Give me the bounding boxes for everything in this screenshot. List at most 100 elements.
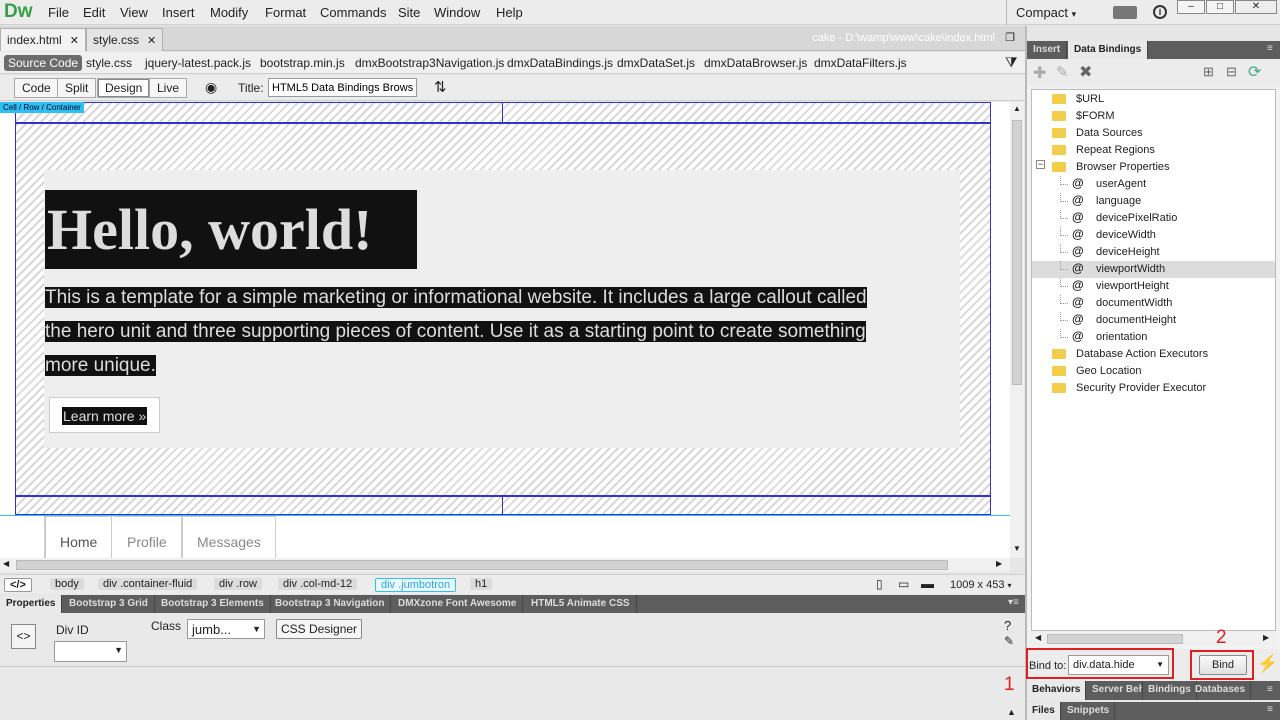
tab-properties[interactable]: Properties bbox=[0, 595, 63, 613]
tag-row[interactable]: div .row bbox=[214, 578, 262, 590]
collapse-all-icon[interactable]: ⊟ bbox=[1226, 64, 1237, 80]
tab-bindings[interactable]: Bindings bbox=[1143, 681, 1197, 700]
tree-folder[interactable]: $URL bbox=[1032, 91, 1275, 108]
workspace-switcher[interactable]: Compact ▾ bbox=[1016, 5, 1076, 20]
tree-folder[interactable]: Security Provider Executor bbox=[1032, 380, 1275, 397]
tab-bootstrap-navigation[interactable]: Bootstrap 3 Navigation bbox=[269, 595, 392, 613]
scroll-left-icon[interactable]: ◀ bbox=[3, 559, 9, 568]
horizontal-scrollbar[interactable]: ◀ ▶ bbox=[0, 558, 1010, 572]
panel-menu-icon[interactable]: ≡ bbox=[1267, 43, 1273, 54]
menu-site[interactable]: Site bbox=[398, 5, 420, 20]
window-size-display[interactable]: 1009 x 453 ▾ bbox=[950, 579, 1012, 591]
scroll-right-icon[interactable]: ▶ bbox=[996, 559, 1002, 568]
title-input[interactable] bbox=[268, 78, 417, 97]
related-file[interactable]: dmxDataBrowser.js bbox=[700, 55, 811, 71]
scroll-thumb[interactable] bbox=[1012, 120, 1022, 385]
scroll-left-icon[interactable]: ◀ bbox=[1035, 633, 1041, 642]
maximize-icon[interactable]: □ bbox=[1206, 0, 1234, 14]
add-icon[interactable]: ✚ bbox=[1033, 63, 1046, 83]
scroll-right-icon[interactable]: ▶ bbox=[1263, 633, 1269, 642]
minimize-icon[interactable]: – bbox=[1177, 0, 1205, 14]
bindings-tree[interactable]: $URL $FORM Data Sources Repeat Regions − Brow… bbox=[1031, 89, 1276, 631]
expand-icon[interactable]: ▲ bbox=[1007, 707, 1016, 717]
menu-help[interactable]: Help bbox=[496, 5, 523, 20]
close-tab-icon[interactable]: ✕ bbox=[147, 35, 156, 47]
class-select[interactable]: jumb... ▼ bbox=[187, 619, 265, 639]
tab-behaviors[interactable]: Behaviors bbox=[1027, 681, 1087, 700]
tablet-size-icon[interactable]: ▭ bbox=[898, 577, 909, 591]
tree-property[interactable]: @ orientation bbox=[1032, 329, 1275, 346]
related-file[interactable]: bootstrap.min.js bbox=[256, 55, 349, 71]
tree-property[interactable]: @ devicePixelRatio bbox=[1032, 210, 1275, 227]
tree-property[interactable]: @ deviceWidth bbox=[1032, 227, 1275, 244]
filter-icon[interactable]: ⧩ bbox=[1005, 54, 1018, 71]
tree-property[interactable]: @ viewportWidth bbox=[1032, 261, 1275, 278]
help-icon[interactable]: ? bbox=[1004, 618, 1011, 633]
tag-col-md-12[interactable]: div .col-md-12 bbox=[278, 578, 358, 590]
code-view-button[interactable]: Code bbox=[14, 78, 59, 98]
code-navigator-icon[interactable]: </> bbox=[4, 578, 32, 592]
related-file[interactable]: dmxDataFilters.js bbox=[810, 55, 911, 71]
related-file[interactable]: jquery-latest.pack.js bbox=[141, 55, 255, 71]
close-tab-icon[interactable]: ✕ bbox=[70, 35, 79, 47]
vertical-scrollbar[interactable]: ▲ ▼ bbox=[1010, 102, 1024, 558]
menu-edit[interactable]: Edit bbox=[83, 5, 105, 20]
menu-format[interactable]: Format bbox=[265, 5, 306, 20]
tab-bootstrap-grid[interactable]: Bootstrap 3 Grid bbox=[63, 595, 155, 613]
edit-rule-icon[interactable]: ✎ bbox=[1004, 634, 1014, 648]
tab-data-bindings[interactable]: Data Bindings bbox=[1068, 41, 1149, 59]
tag-container-fluid[interactable]: div .container-fluid bbox=[98, 578, 198, 590]
info-icon[interactable]: i bbox=[1153, 5, 1167, 19]
restore-icon[interactable]: ❐ bbox=[1005, 31, 1015, 44]
menu-view[interactable]: View bbox=[120, 5, 148, 20]
related-file[interactable]: style.css bbox=[82, 55, 136, 71]
menu-file[interactable]: File bbox=[48, 5, 69, 20]
tree-folder[interactable]: Data Sources bbox=[1032, 125, 1275, 142]
tag-jumbotron[interactable]: div .jumbotron bbox=[375, 578, 457, 592]
magic-wand-icon[interactable]: ⚡ bbox=[1257, 654, 1278, 674]
live-view-button[interactable]: Live bbox=[149, 78, 188, 98]
div-id-select[interactable]: ▼ bbox=[54, 641, 127, 662]
tree-folder[interactable]: $FORM bbox=[1032, 108, 1275, 125]
panel-menu-icon[interactable]: ≡ bbox=[1267, 684, 1273, 695]
refresh-icon[interactable]: ⟳ bbox=[1248, 62, 1261, 82]
tab-databases[interactable]: Databases bbox=[1190, 681, 1252, 700]
tree-property[interactable]: @ viewportHeight bbox=[1032, 278, 1275, 295]
tree-property[interactable]: @ deviceHeight bbox=[1032, 244, 1275, 261]
tab-snippets[interactable]: Snippets bbox=[1062, 702, 1116, 720]
tab-font-awesome[interactable]: DMXzone Font Awesome bbox=[392, 595, 524, 613]
learn-more-button[interactable]: Learn more » bbox=[49, 397, 160, 433]
nav-tab-profile[interactable]: Profile bbox=[113, 516, 182, 558]
tab-insert[interactable]: Insert bbox=[1027, 41, 1068, 59]
tab-animate-css[interactable]: HTML5 Animate CSS bbox=[525, 595, 637, 613]
related-file[interactable]: dmxBootstrap3Navigation.js bbox=[351, 55, 508, 71]
tab-style-css[interactable]: style.css ✕ bbox=[86, 28, 164, 51]
tree-property[interactable]: @ documentHeight bbox=[1032, 312, 1275, 329]
tab-bootstrap-elements[interactable]: Bootstrap 3 Elements bbox=[155, 595, 271, 613]
mobile-size-icon[interactable]: ▯ bbox=[876, 577, 883, 591]
related-file[interactable]: dmxDataBindings.js bbox=[503, 55, 617, 71]
delete-icon[interactable]: ✖ bbox=[1079, 62, 1092, 82]
element-breadcrumb[interactable]: Cell / Row / Container bbox=[0, 102, 84, 113]
tree-property[interactable]: @ language bbox=[1032, 193, 1275, 210]
menu-window[interactable]: Window bbox=[434, 5, 480, 20]
tree-folder[interactable]: Database Action Executors bbox=[1032, 346, 1275, 363]
panel-menu-icon[interactable]: ▾≡ bbox=[1008, 597, 1019, 608]
extensions-icon[interactable] bbox=[1113, 6, 1137, 19]
tree-folder[interactable]: Geo Location bbox=[1032, 363, 1275, 380]
desktop-size-icon[interactable]: ▬ bbox=[921, 576, 934, 591]
menu-modify[interactable]: Modify bbox=[210, 5, 248, 20]
scroll-up-icon[interactable]: ▲ bbox=[1013, 104, 1021, 113]
close-icon[interactable]: ✕ bbox=[1235, 0, 1277, 14]
tree-folder[interactable]: − Browser Properties bbox=[1032, 159, 1275, 176]
tree-folder[interactable]: Repeat Regions bbox=[1032, 142, 1275, 159]
scroll-thumb[interactable] bbox=[1047, 634, 1183, 644]
tab-server-behaviors[interactable]: Server Beh bbox=[1087, 681, 1143, 700]
page-heading[interactable]: Hello, world! bbox=[45, 190, 417, 269]
tree-property[interactable]: @ documentWidth bbox=[1032, 295, 1275, 312]
horizontal-scrollbar[interactable]: ◀ ▶ bbox=[1031, 632, 1276, 646]
tree-property[interactable]: @ userAgent bbox=[1032, 176, 1275, 193]
menu-commands[interactable]: Commands bbox=[320, 5, 386, 20]
nav-tab-messages[interactable]: Messages bbox=[182, 516, 276, 558]
nav-tab-home[interactable]: Home bbox=[45, 516, 113, 558]
